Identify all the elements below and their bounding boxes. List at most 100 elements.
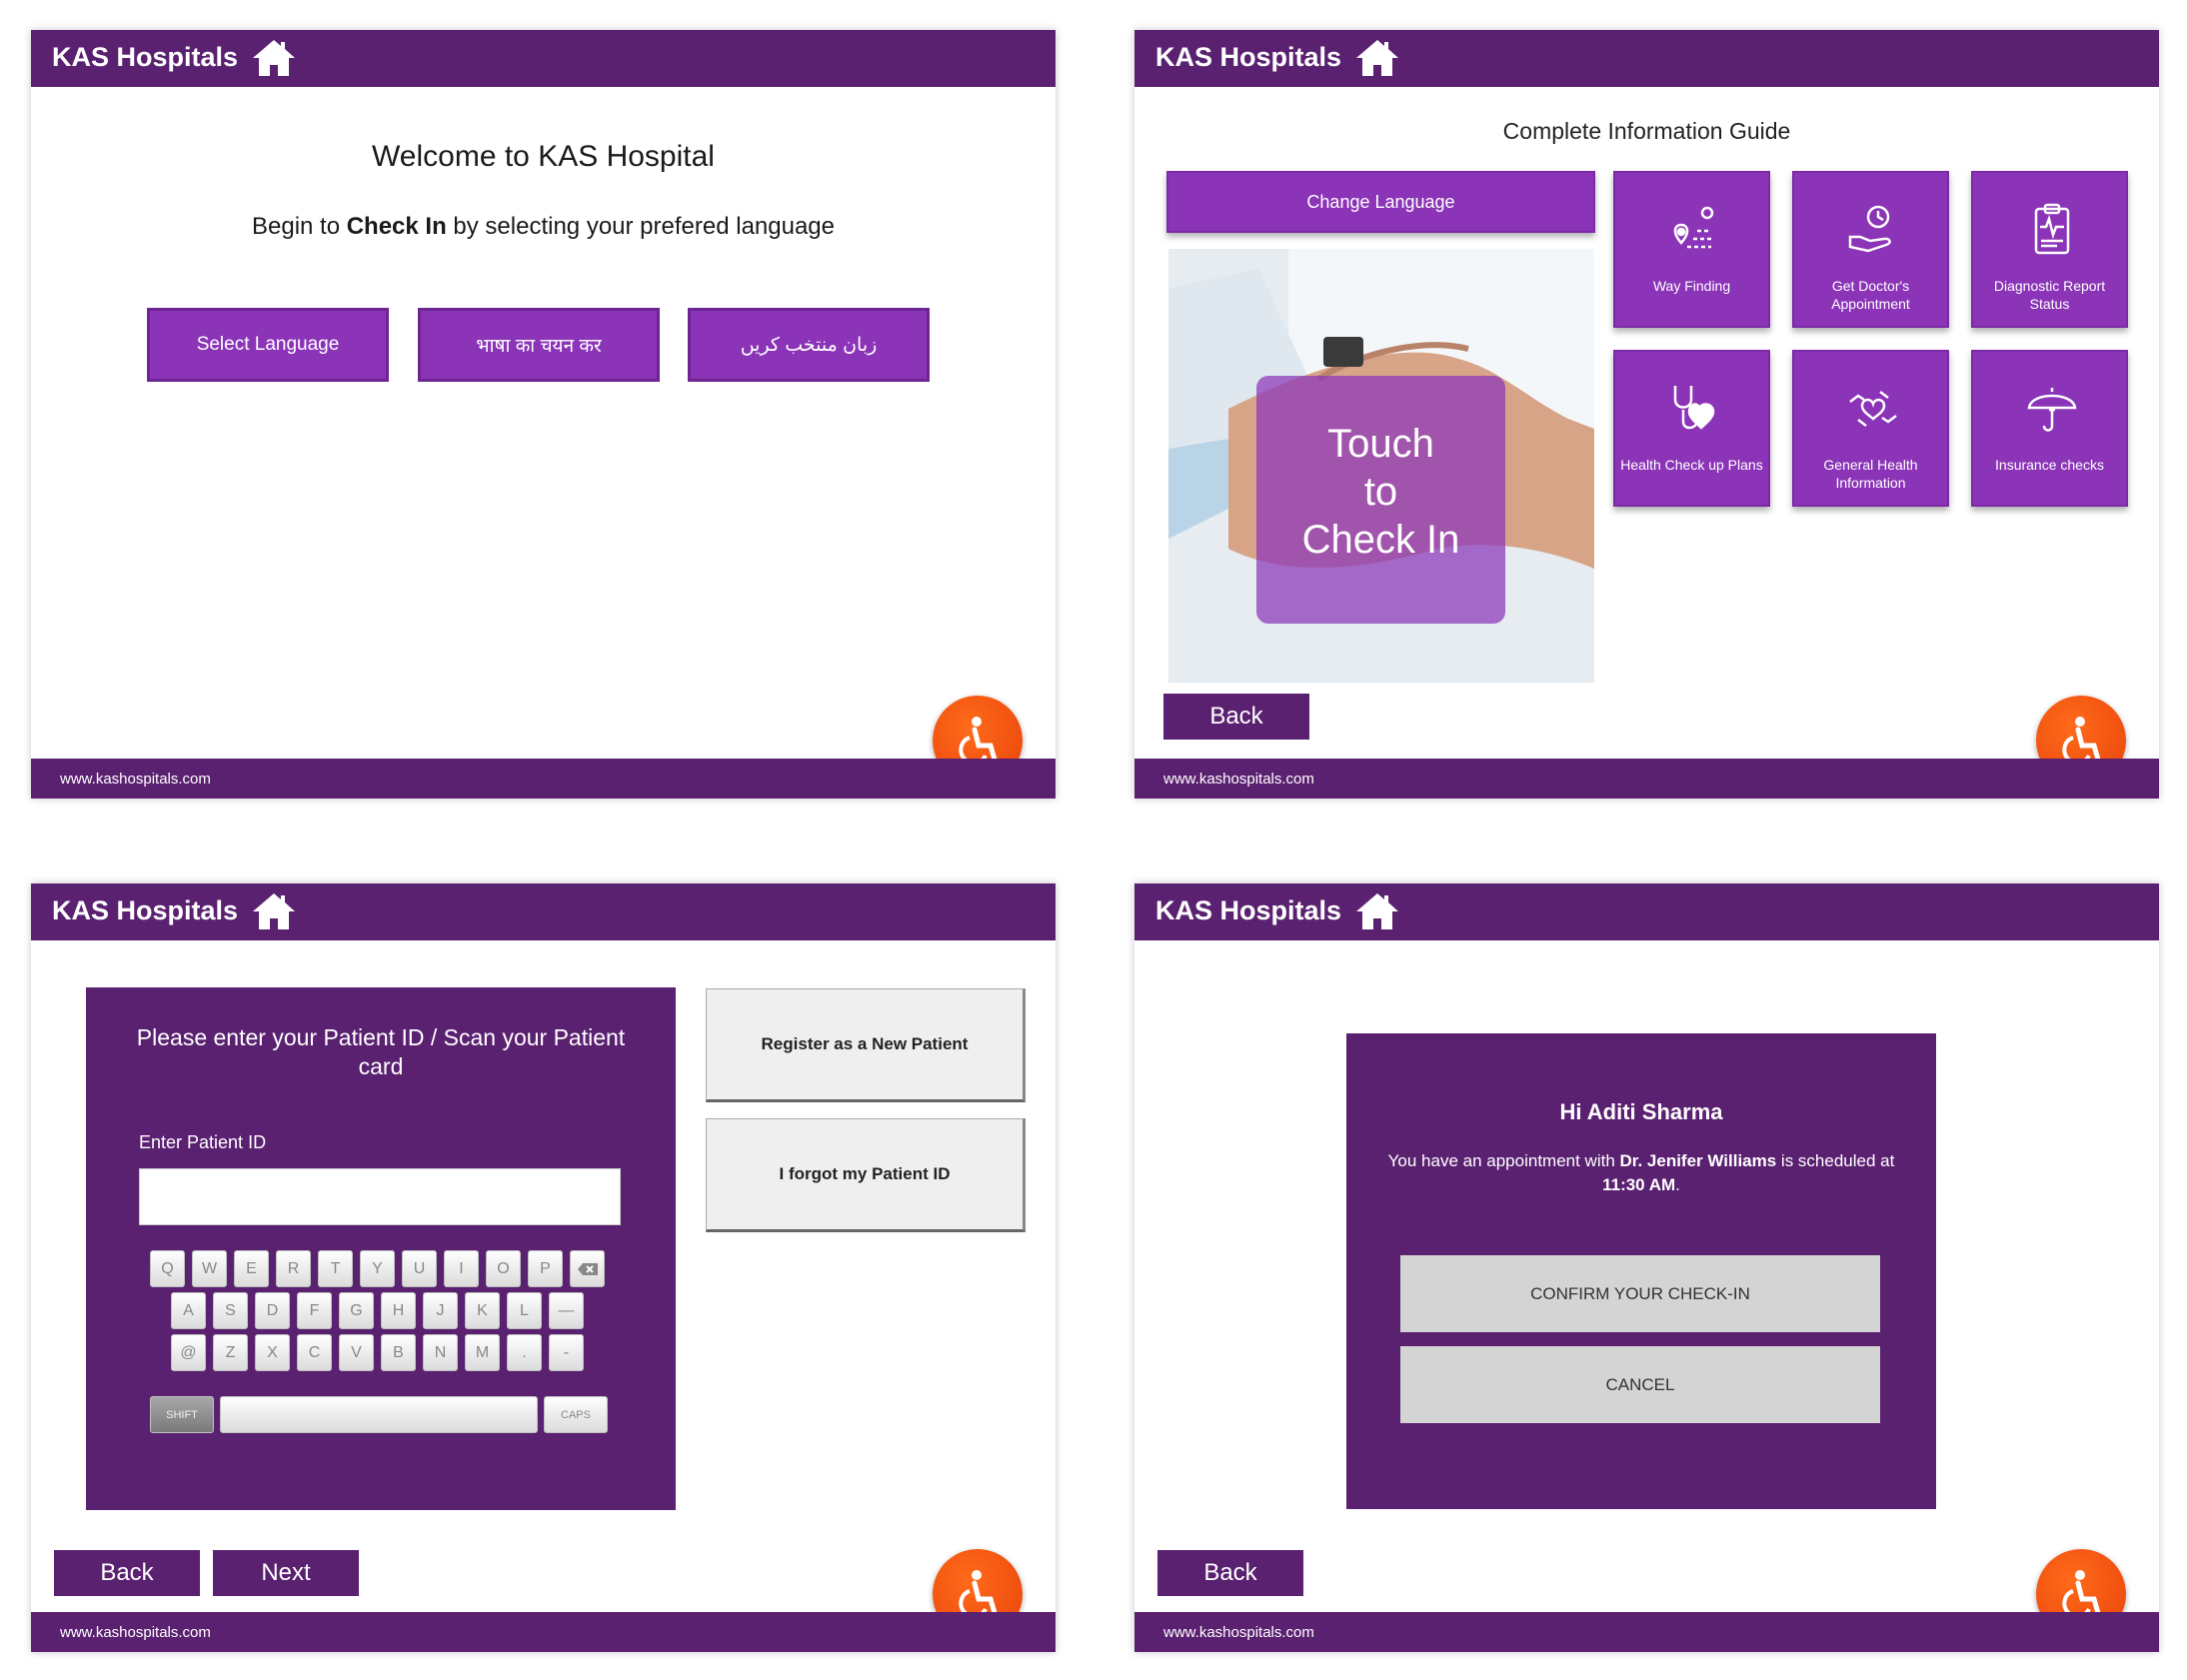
patient-id-panel: Please enter your Patient ID / Scan your… xyxy=(86,987,676,1510)
tile-label: General Health Information xyxy=(1823,457,1918,491)
keyboard-key[interactable]: R xyxy=(276,1250,311,1287)
confirm-check-in-button[interactable]: CONFIRM YOUR CHECK-IN xyxy=(1400,1255,1880,1332)
home-icon[interactable] xyxy=(251,38,297,78)
header-bar: KAS Hospitals xyxy=(31,30,1056,87)
touch-line-1: Touch xyxy=(1327,422,1434,466)
touch-line-3: Check In xyxy=(1301,518,1460,562)
keyboard-key[interactable]: X xyxy=(255,1334,290,1371)
footer-url[interactable]: www.kashospitals.com xyxy=(60,1624,211,1641)
keyboard-key[interactable]: J xyxy=(423,1292,458,1329)
footer-url[interactable]: www.kashospitals.com xyxy=(1163,771,1314,788)
clipboard-pulse-icon xyxy=(2034,203,2070,255)
home-icon[interactable] xyxy=(251,891,297,931)
patient-id-label: Enter Patient ID xyxy=(139,1132,267,1152)
keyboard-key[interactable]: L xyxy=(507,1292,542,1329)
tile-doctor-appointment[interactable]: Get Doctor's Appointment xyxy=(1792,171,1949,328)
keyboard-key[interactable]: B xyxy=(381,1334,416,1371)
tile-insurance[interactable]: Insurance checks xyxy=(1971,350,2128,507)
keyboard-key[interactable]: S xyxy=(213,1292,248,1329)
tile-label: Health Check up Plans xyxy=(1620,457,1763,473)
keyboard-key[interactable]: D xyxy=(255,1292,290,1329)
hands-heart-icon xyxy=(1849,391,1897,427)
keyboard-key[interactable]: U xyxy=(402,1250,437,1287)
check-in-photo[interactable]: Touch to Check In xyxy=(1168,249,1594,683)
keyboard-key[interactable]: C xyxy=(297,1334,332,1371)
welcome-subtitle: Begin to Check In by selecting your pref… xyxy=(251,213,836,240)
tile-general-health[interactable]: General Health Information xyxy=(1792,350,1949,507)
space-key[interactable] xyxy=(220,1396,538,1433)
header-bar: KAS Hospitals xyxy=(1134,30,2159,87)
footer-url[interactable]: www.kashospitals.com xyxy=(60,771,211,788)
back-button[interactable]: Back xyxy=(1163,694,1309,740)
language-select-screen: KAS Hospitals Welcome to KAS Hospital Be… xyxy=(31,30,1056,799)
back-button[interactable]: Back xyxy=(1157,1550,1303,1596)
tile-label: Way Finding xyxy=(1652,278,1731,294)
tile-label: Insurance checks xyxy=(1995,457,2104,473)
keyboard-key[interactable]: E xyxy=(234,1250,269,1287)
patient-id-heading: Please enter your Patient ID / Scan your… xyxy=(136,1024,626,1079)
keyboard-key[interactable]: @ xyxy=(171,1334,206,1371)
keyboard-key[interactable]: . xyxy=(507,1334,542,1371)
keyboard-key[interactable]: — xyxy=(549,1292,584,1329)
tile-diagnostic-report[interactable]: Diagnostic Report Status xyxy=(1971,171,2128,328)
keyboard-key[interactable]: - xyxy=(549,1334,584,1371)
information-guide-screen: KAS Hospitals Complete Information Guide… xyxy=(1134,30,2159,799)
tile-health-checkup[interactable]: Health Check up Plans xyxy=(1613,350,1770,507)
keyboard-key[interactable]: O xyxy=(486,1250,521,1287)
umbrella-icon xyxy=(2027,388,2077,432)
caps-key[interactable]: CAPS xyxy=(544,1396,608,1433)
patient-id-screen: KAS Hospitals Please enter your Patient … xyxy=(31,883,1056,1652)
forgot-patient-id-button[interactable]: I forgot my Patient ID xyxy=(706,1118,1026,1232)
keyboard-key[interactable]: Z xyxy=(213,1334,248,1371)
home-icon[interactable] xyxy=(1354,38,1400,78)
next-button[interactable]: Next xyxy=(213,1550,359,1596)
map-pin-route-icon xyxy=(1673,206,1714,249)
register-new-patient-button[interactable]: Register as a New Patient xyxy=(706,988,1026,1102)
keyboard-key[interactable]: V xyxy=(339,1334,374,1371)
tile-label: Get Doctor's Appointment xyxy=(1831,278,1910,312)
shift-key[interactable]: SHIFT xyxy=(150,1396,214,1433)
keyboard-key[interactable]: H xyxy=(381,1292,416,1329)
cancel-button[interactable]: CANCEL xyxy=(1400,1346,1880,1423)
home-icon[interactable] xyxy=(1354,891,1400,931)
language-button-english[interactable]: Select Language xyxy=(147,308,389,382)
back-button[interactable]: Back xyxy=(54,1550,200,1596)
keyboard-key[interactable]: F xyxy=(297,1292,332,1329)
brand-title: KAS Hospitals xyxy=(52,42,239,72)
guide-title: Complete Information Guide xyxy=(1502,118,1791,144)
keyboard-key[interactable]: Q xyxy=(150,1250,185,1287)
tile-way-finding[interactable]: Way Finding xyxy=(1613,171,1770,328)
footer-url[interactable]: www.kashospitals.com xyxy=(1163,1624,1314,1641)
keyboard-key[interactable]: G xyxy=(339,1292,374,1329)
backspace-key[interactable] xyxy=(570,1250,605,1287)
brand-title: KAS Hospitals xyxy=(1155,42,1342,72)
header-bar: KAS Hospitals xyxy=(31,883,1056,940)
keyboard-key[interactable]: W xyxy=(192,1250,227,1287)
greeting-text: Hi Aditi Sharma xyxy=(1559,1099,1723,1124)
welcome-title: Welcome to KAS Hospital xyxy=(372,140,715,173)
footer-bar: www.kashospitals.com xyxy=(1134,759,2159,799)
header-bar: KAS Hospitals xyxy=(1134,883,2159,940)
keyboard-key[interactable]: K xyxy=(465,1292,500,1329)
change-language-button[interactable]: Change Language xyxy=(1166,171,1595,233)
keyboard-key[interactable]: P xyxy=(528,1250,563,1287)
hand-clock-icon xyxy=(1848,205,1891,253)
language-button-hindi[interactable]: भाषा का चयन कर xyxy=(418,308,660,382)
footer-bar: www.kashospitals.com xyxy=(1134,1612,2159,1652)
patient-id-input[interactable] xyxy=(139,1168,621,1225)
footer-bar: www.kashospitals.com xyxy=(31,1612,1056,1652)
keyboard-key[interactable]: T xyxy=(318,1250,353,1287)
keyboard-key[interactable]: A xyxy=(171,1292,206,1329)
keyboard-key[interactable]: M xyxy=(465,1334,500,1371)
keyboard-key[interactable]: Y xyxy=(360,1250,395,1287)
keyboard-key[interactable]: N xyxy=(423,1334,458,1371)
appointment-message: You have an appointment with Dr. Jenifer… xyxy=(1387,1151,1895,1194)
language-button-urdu[interactable]: زبان منتخب کریں xyxy=(688,308,930,382)
tile-label: Diagnostic Report Status xyxy=(1993,278,2106,312)
touch-to-check-in-overlay[interactable]: Touch to Check In xyxy=(1256,376,1505,624)
brand-title: KAS Hospitals xyxy=(1155,895,1342,925)
backspace-icon xyxy=(577,1262,598,1275)
footer-bar: www.kashospitals.com xyxy=(31,759,1056,799)
keyboard-key[interactable]: I xyxy=(444,1250,479,1287)
stethoscope-heart-icon xyxy=(1673,386,1715,430)
